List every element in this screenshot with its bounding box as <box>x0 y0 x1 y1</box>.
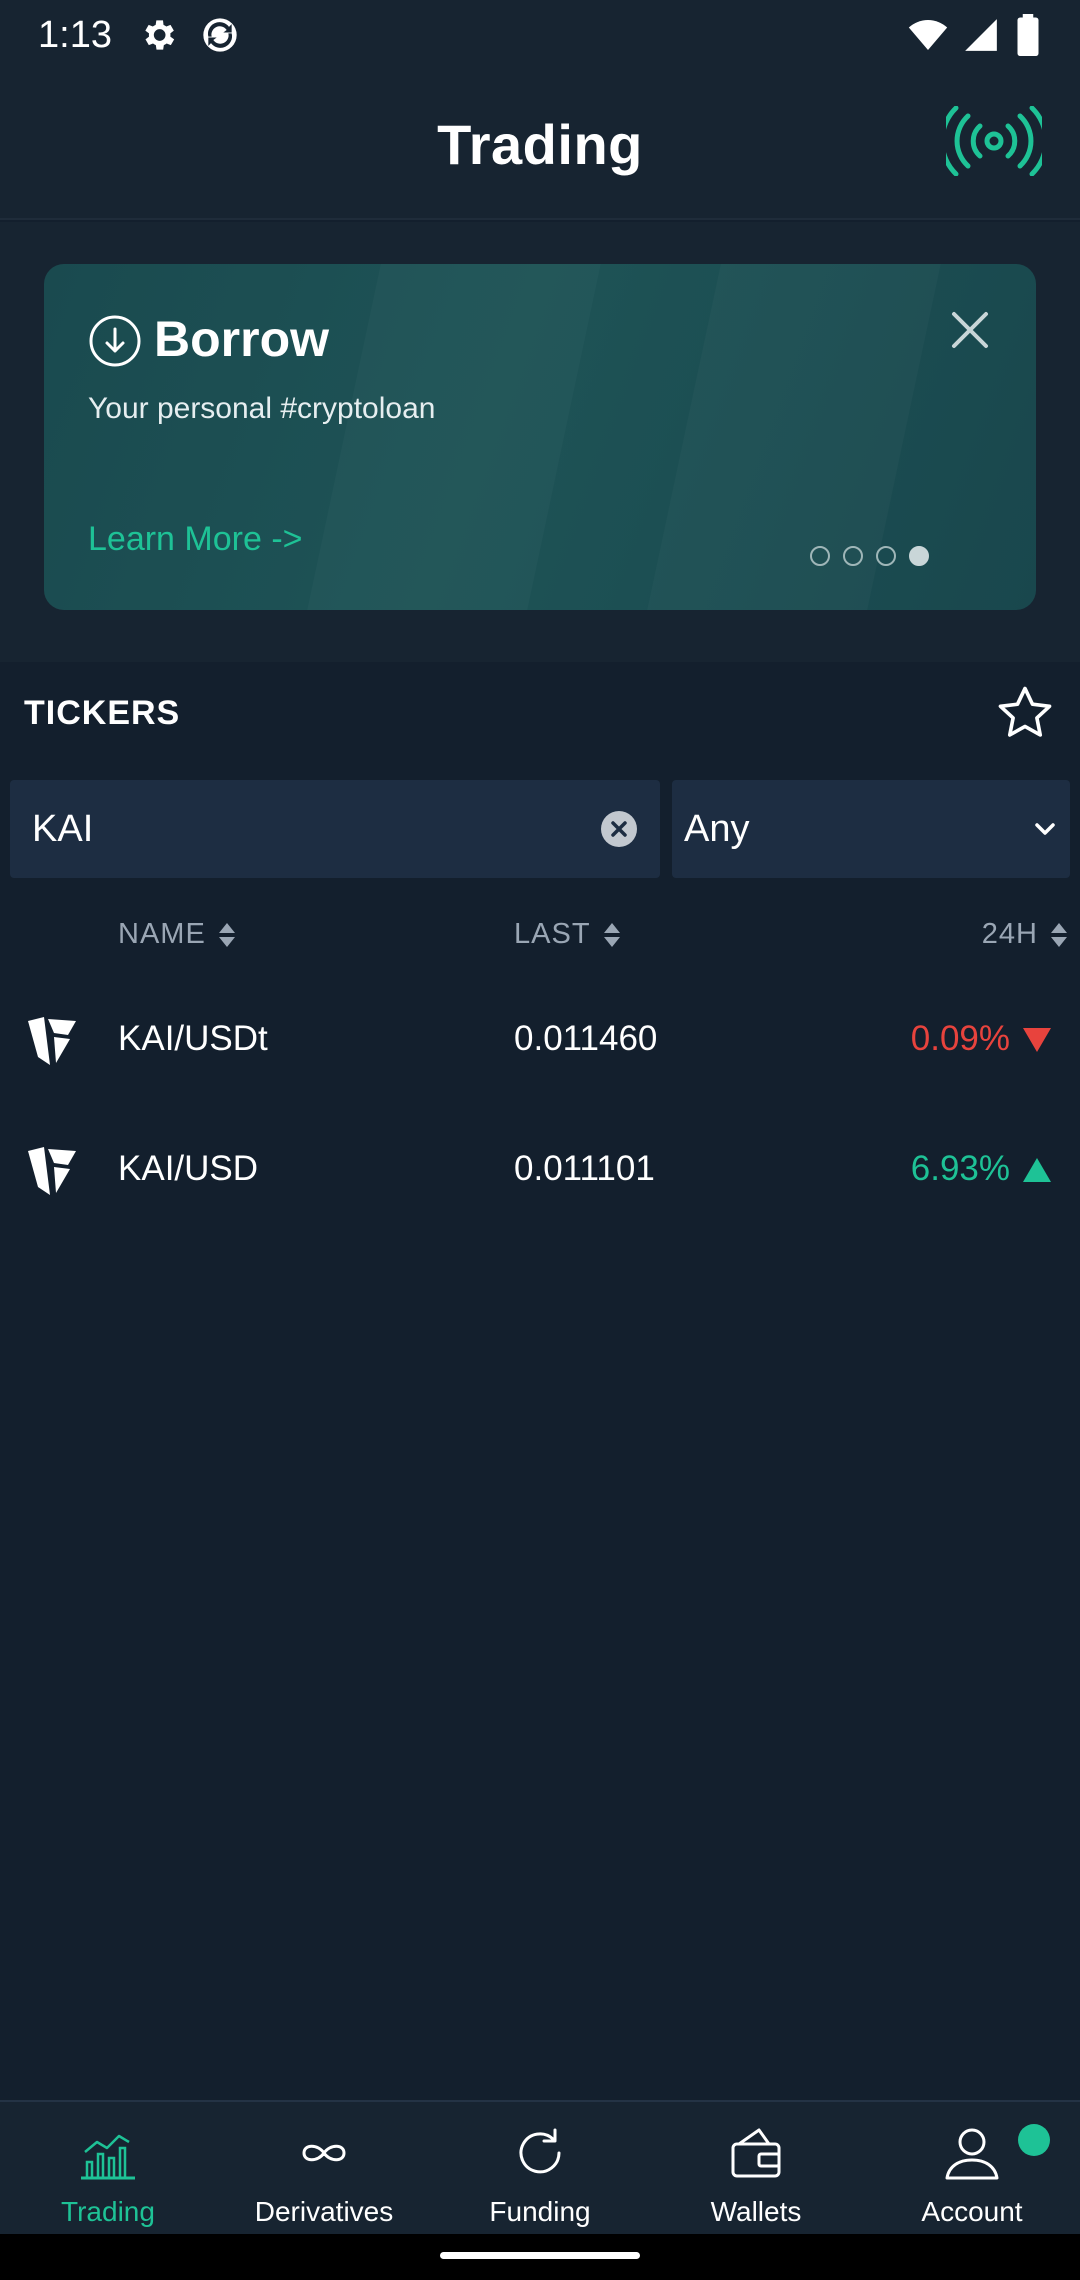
kai-logo-icon <box>28 1017 76 1065</box>
banner-subtitle: Your personal #cryptoloan <box>88 392 436 425</box>
bottom-navigation: Trading Derivatives Funding Wallets Acco… <box>0 2100 1080 2234</box>
column-24h-label: 24H <box>981 918 1038 950</box>
ticker-row[interactable]: KAI/USD 0.011101 6.93% <box>0 1105 1080 1235</box>
clear-icon[interactable] <box>600 810 638 848</box>
close-icon[interactable] <box>948 308 992 352</box>
nav-label: Account <box>921 2196 1023 2227</box>
star-icon[interactable] <box>994 682 1056 744</box>
carousel-dot[interactable] <box>876 546 896 566</box>
column-last-label: LAST <box>514 918 591 950</box>
ticker-filters: KAI Any <box>10 780 1070 878</box>
ticker-row[interactable]: KAI/USDt 0.011460 0.09% <box>0 975 1080 1105</box>
banner-decoration <box>307 264 601 610</box>
ticker-last-price: 0.011460 <box>514 1019 658 1058</box>
wallet-icon <box>731 2128 781 2178</box>
sort-by-last[interactable]: LAST <box>514 918 623 951</box>
ticker-pair: KAI/USDt <box>118 1019 268 1058</box>
live-stream-icon[interactable] <box>946 106 1042 176</box>
promo-banner[interactable]: Borrow Your personal #cryptoloan Learn M… <box>44 264 1036 610</box>
tickers-label: TICKERS <box>24 693 181 732</box>
sort-by-24h[interactable]: 24H <box>982 918 1070 951</box>
status-time: 1:13 <box>38 13 112 56</box>
app-header: Trading <box>0 70 1080 220</box>
ticker-pair: KAI/USD <box>118 1149 259 1188</box>
column-name-label: NAME <box>118 918 206 950</box>
chart-icon <box>81 2134 135 2180</box>
notification-badge <box>1018 2124 1050 2156</box>
battery-icon <box>1017 14 1039 56</box>
wifi-icon <box>908 20 948 50</box>
tickers-header: TICKERS <box>0 662 1080 764</box>
ticker-column-headers: NAME LAST 24H <box>0 900 1080 970</box>
carousel-dot-active[interactable] <box>909 546 929 566</box>
ticker-change: 6.93% <box>910 1149 1010 1188</box>
learn-more-link[interactable]: Learn More -> <box>88 520 303 559</box>
nav-derivatives[interactable]: Derivatives <box>216 2102 432 2234</box>
infinity-icon <box>302 2144 346 2162</box>
user-icon <box>945 2128 999 2180</box>
sort-icon <box>603 922 620 947</box>
app-notification-icon <box>203 18 237 52</box>
sort-icon <box>218 922 235 947</box>
sort-icon <box>1051 922 1067 947</box>
quote-currency-value: Any <box>684 807 750 850</box>
banner-title: Borrow <box>154 311 329 367</box>
carousel-indicator <box>810 546 929 566</box>
status-indicators <box>908 14 1042 56</box>
sort-by-name[interactable]: NAME <box>118 918 238 951</box>
arrow-down-icon <box>1023 1028 1051 1052</box>
settings-icon <box>145 20 175 50</box>
nav-trading[interactable]: Trading <box>0 2102 216 2234</box>
carousel-dot[interactable] <box>843 546 863 566</box>
download-circle-icon <box>89 315 141 367</box>
search-input[interactable]: KAI <box>10 780 660 878</box>
home-handle[interactable] <box>440 2252 640 2259</box>
ticker-last-price: 0.011101 <box>514 1149 655 1188</box>
nav-wallets[interactable]: Wallets <box>648 2102 864 2234</box>
chevron-down-icon <box>1035 823 1055 835</box>
search-value[interactable]: KAI <box>32 808 600 851</box>
nav-label: Derivatives <box>254 2196 394 2227</box>
carousel-dot[interactable] <box>810 546 830 566</box>
nav-label: Wallets <box>710 2196 802 2227</box>
arrow-up-icon <box>1023 1158 1051 1182</box>
nav-funding[interactable]: Funding <box>432 2102 648 2234</box>
page-title: Trading <box>437 112 643 176</box>
kai-logo-icon <box>28 1147 76 1195</box>
ticker-change: 0.09% <box>910 1019 1010 1058</box>
promo-section: Borrow Your personal #cryptoloan Learn M… <box>0 222 1080 662</box>
status-bar: 1:13 <box>0 0 1080 70</box>
signal-icon <box>965 19 997 51</box>
nav-label: Funding <box>489 2196 591 2227</box>
refresh-icon <box>519 2128 561 2174</box>
nav-label: Trading <box>61 2196 155 2227</box>
trading-screen: 1:13 Trading Borrow Your personal #crypt… <box>0 0 1080 2280</box>
nav-account[interactable]: Account <box>864 2102 1080 2234</box>
quote-currency-select[interactable]: Any <box>672 780 1070 878</box>
system-gesture-bar <box>0 2234 1080 2280</box>
